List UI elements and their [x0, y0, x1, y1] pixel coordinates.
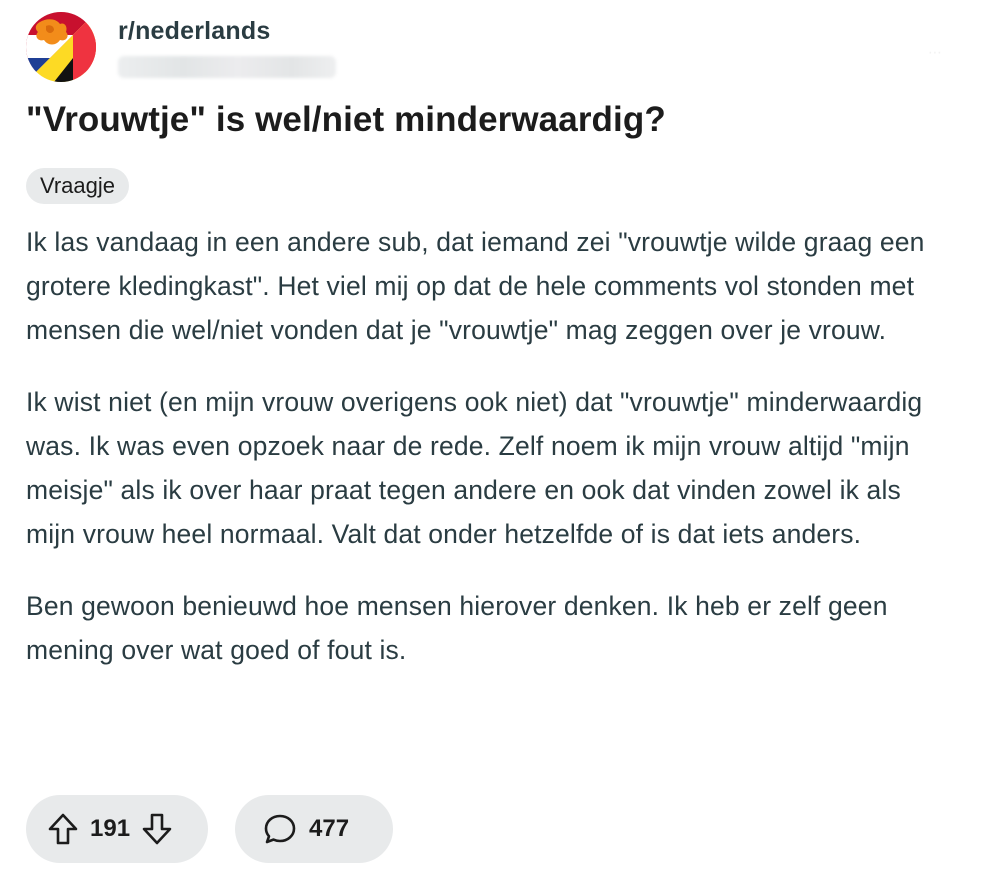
post-body: Ik las vandaag in een andere sub, dat ie… [26, 220, 956, 700]
comment-bubble-icon [264, 814, 296, 844]
header-text: r/nederlands [118, 16, 336, 78]
post-paragraph: Ben gewoon benieuwd hoe mensen hierover … [26, 591, 888, 665]
subreddit-name[interactable]: r/nederlands [118, 16, 336, 46]
dutch-belgian-flag-lion-icon [26, 12, 96, 82]
post-actions: 191 477 [26, 795, 393, 863]
vote-control: 191 [26, 795, 208, 863]
post-paragraph: Ik las vandaag in een andere sub, dat ie… [26, 227, 925, 345]
vote-score: 191 [90, 815, 131, 842]
comment-count: 477 [309, 815, 350, 842]
post-flair[interactable]: Vraagje [26, 168, 130, 204]
comments-button[interactable]: 477 [235, 795, 393, 863]
post-card: r/nederlands ⋯ "Vrouwtje" is wel/niet mi… [0, 0, 982, 872]
post-title[interactable]: "Vrouwtje" is wel/niet minderwaardig? [26, 98, 956, 142]
downvote-arrow-icon [142, 813, 172, 845]
upvote-button[interactable] [44, 810, 82, 848]
post-header: r/nederlands [26, 12, 336, 82]
upvote-arrow-icon [48, 813, 78, 845]
post-paragraph: Ik wist niet (en mijn vrouw overigens oo… [26, 387, 923, 549]
blurred-username [118, 56, 336, 78]
downvote-button[interactable] [138, 810, 176, 848]
more-dots-icon[interactable]: ⋯ [928, 44, 942, 61]
subreddit-avatar[interactable] [26, 12, 96, 82]
